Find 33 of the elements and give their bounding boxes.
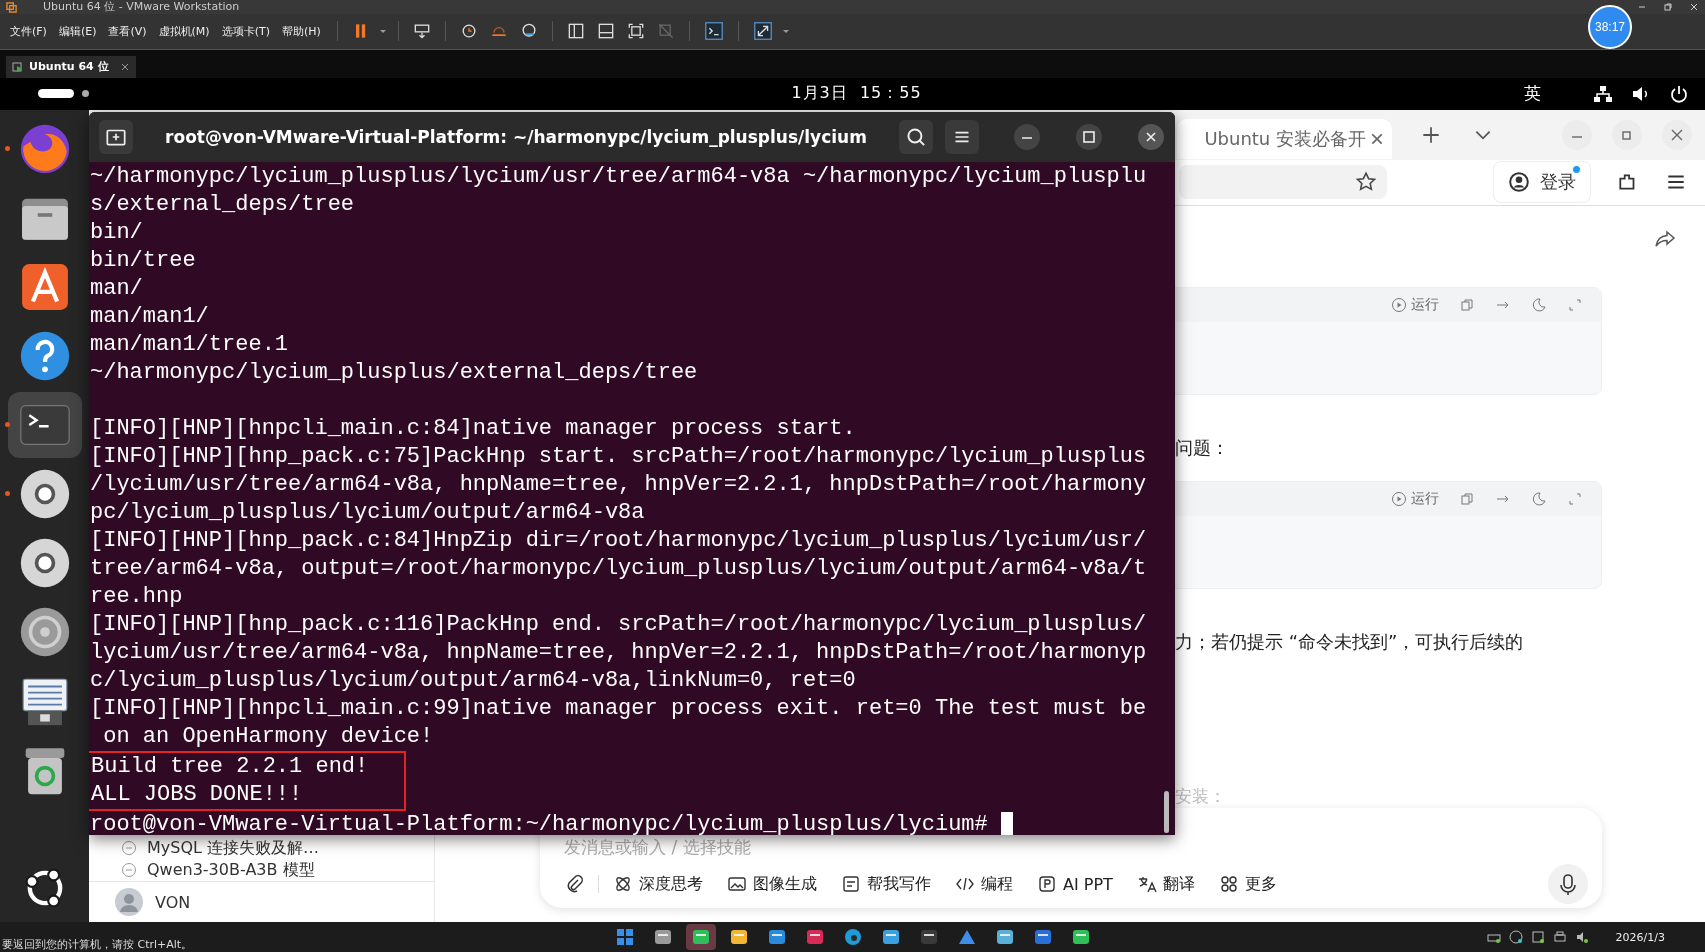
window-title: root@von-VMware-Virtual-Platform: ~/harmonypc/lycium_plusplus/lycium (165, 126, 867, 147)
terminal-line: tree/arm64-v8a, output=/root/harmonypc/lycium_plusplus/lycium/output/arm64-v8a/t (90, 554, 1148, 583)
terminal-line: c/lycium_plusplus/lycium/output/arm64-v8a,linkNum=0, ret=0 (90, 666, 857, 695)
terminal-line: on an OpenHarmony device! (102, 722, 435, 751)
terminal-line: [INFO][HNP][hnp_pack.c:116]PackHnp end. srcPath=/root/harmonypc/lycium_plusplus/ (90, 610, 1148, 639)
terminal-line: [INFO][HNP][hnp_pack.c:75]PackHnp start. srcPath=/root/harmonypc/lycium_plusplus (90, 442, 1148, 471)
terminal-line: lycium/usr/tree/arm64-v8a, hnpName=tree, hnpVer=2.2.1, hnpDstPath=/root/harmonyp (90, 638, 1148, 667)
paragraph: 安装： (1175, 785, 1227, 809)
tab-label: Ubuntu 64 位 (29, 59, 109, 75)
terminal-line: s/external_deps/tree (90, 190, 356, 219)
terminal-line: Build tree 2.2.1 end! (91, 752, 370, 781)
terminal-line: bin/tree (90, 246, 197, 275)
terminal-prompt: root@von-VMware-Virtual-Platform:~/harmonypc/lycium_plusplus/lycium# (90, 810, 989, 835)
tab-label: Ubuntu 安装必备开 (1204, 126, 1366, 151)
terminal-line: [INFO][HNP][hnp_pack.c:84]HnpZip dir=/root/harmonypc/lycium_plusplus/lycium/usr/ (90, 526, 1148, 555)
status-text: 要返回到您的计算机，请按 Ctrl+Alt。 (1, 937, 194, 952)
window-title: Ubuntu 64 位 - VMware Workstation (42, 0, 240, 14)
terminal-line: man/man1/tree.1 (90, 330, 290, 359)
terminal-line: [INFO][HNP][hnpcli_main.c:84]native manager process start. (90, 414, 857, 443)
terminal-line: bin/ (90, 218, 144, 247)
terminal-line: man/ (90, 274, 144, 303)
terminal-line: [INFO][HNP][hnpcli_main.c:99]native manager process exit. ret=0 The test must be (90, 694, 1148, 723)
terminal-line: man/man1/ (90, 302, 210, 331)
user-name: VON (155, 892, 191, 912)
terminal-line: pc/lycium_plusplus/lycium/output/arm64-v8a (90, 498, 646, 527)
terminal-line: ALL JOBS DONE!!! (91, 780, 304, 809)
date: 2026/1/3 (1615, 930, 1665, 944)
terminal-line: ~/harmonypc/lycium_plusplus/external_deps/tree (90, 358, 699, 387)
paragraph: 力；若仍提示 “命令未找到”，可执行后续的 (1175, 629, 1525, 654)
terminal-line: ree.hnp (90, 582, 184, 611)
terminal-line: /lycium/usr/tree/arm64-v8a, hnpName=tree, hnpVer=2.2.1, hnpDstPath=/root/harmony (90, 470, 1148, 499)
terminal-line: ~/harmonypc/lycium_plusplus/lycium/usr/tree/arm64-v8a ~/harmonypc/lycium_plusplu (90, 162, 1148, 191)
paragraph: 问题： (1175, 435, 1230, 460)
